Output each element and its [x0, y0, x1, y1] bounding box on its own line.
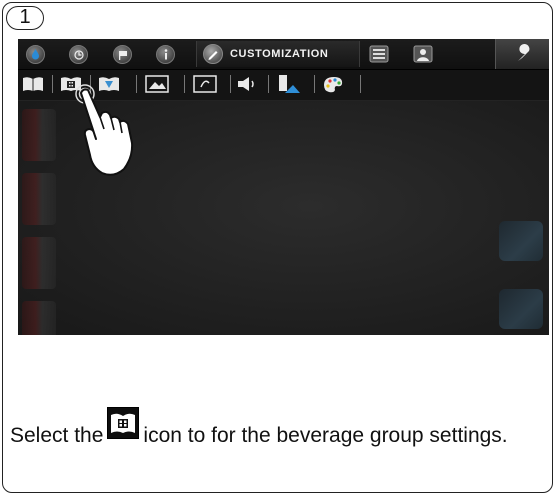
book-icon[interactable]	[20, 73, 46, 95]
side-menu-item	[22, 173, 56, 225]
screensaver-icon[interactable]	[192, 73, 218, 95]
device-screen: CUSTOMIZATION	[18, 39, 549, 335]
top-navigation-bar: CUSTOMIZATION	[18, 39, 549, 70]
flag-icon[interactable]	[113, 45, 132, 64]
side-menu-item	[22, 237, 56, 289]
customization-icon	[203, 44, 223, 64]
tap-hand-icon	[75, 84, 134, 176]
instruction-text-before: Select the	[10, 424, 104, 447]
tab-customization-label: CUSTOMIZATION	[230, 48, 329, 60]
keypad-icon[interactable]	[369, 45, 389, 63]
side-menu-item	[22, 109, 56, 161]
palette-icon[interactable]	[320, 73, 346, 95]
instruction-text: Select the icon to for the beverage group…	[10, 407, 555, 451]
background-decoration	[499, 289, 543, 329]
water-drop-icon[interactable]	[26, 45, 45, 64]
wrench-icon[interactable]	[495, 39, 549, 69]
step-card: 1 CUSTOMIZATION Select the icon to for t…	[2, 2, 553, 493]
beverage-group-icon	[107, 407, 140, 439]
cup-icon[interactable]	[276, 73, 302, 95]
side-menu-item	[22, 301, 56, 335]
clock-icon[interactable]	[69, 45, 88, 64]
background-decoration	[499, 221, 543, 261]
step-number-badge: 1	[6, 6, 44, 30]
info-icon[interactable]	[156, 45, 175, 64]
tab-customization[interactable]: CUSTOMIZATION	[196, 41, 360, 67]
speaker-icon[interactable]	[234, 73, 260, 95]
instruction-text-after: icon to for the beverage group settings.	[143, 424, 508, 447]
user-icon[interactable]	[413, 45, 433, 63]
